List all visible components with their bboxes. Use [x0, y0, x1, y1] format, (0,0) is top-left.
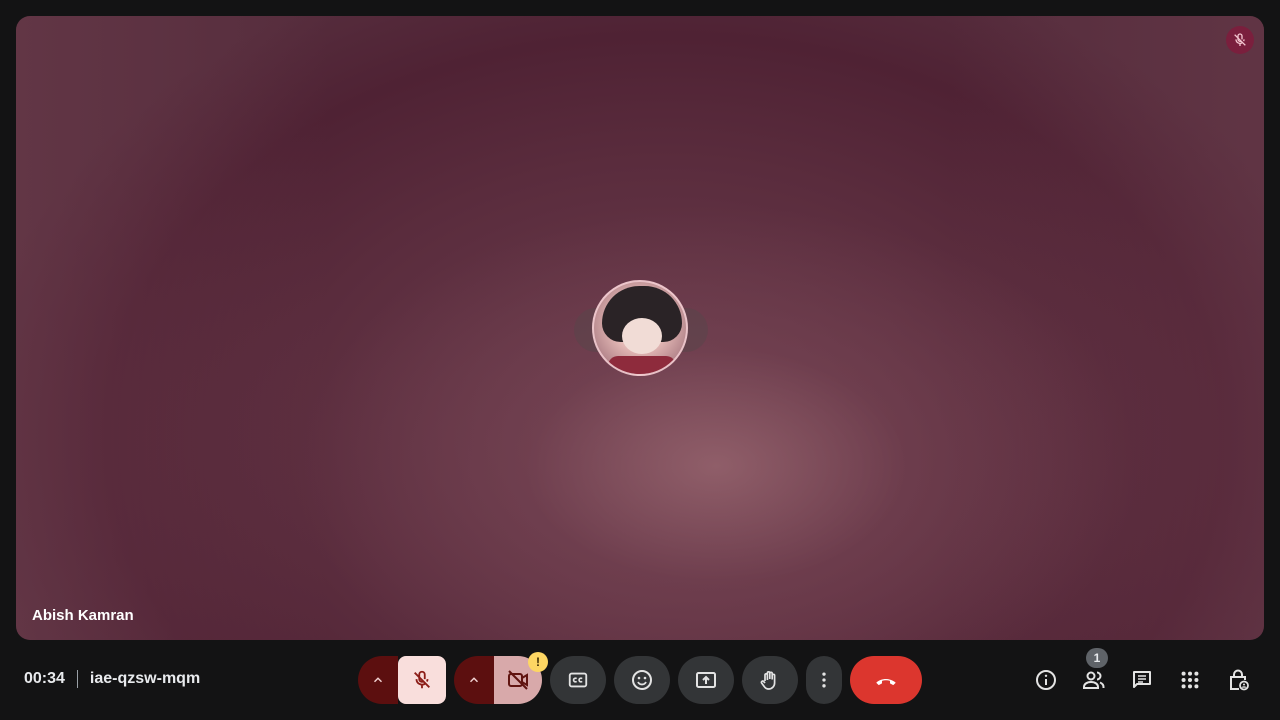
- reactions-button[interactable]: [614, 656, 670, 704]
- call-controls: !: [358, 652, 922, 704]
- participant-tile: Abish Kamran: [16, 16, 1264, 640]
- more-vert-icon: [822, 672, 826, 688]
- camera-control-group: !: [454, 652, 548, 704]
- audio-options-button[interactable]: [358, 656, 398, 704]
- chevron-up-icon: [373, 677, 383, 683]
- tile-muted-indicator: [1226, 26, 1254, 54]
- lock-person-icon: [1230, 669, 1249, 691]
- video-options-button[interactable]: [454, 656, 494, 704]
- people-count-badge: 1: [1086, 648, 1108, 668]
- camera-toggle-button[interactable]: !: [494, 652, 548, 704]
- host-controls-button[interactable]: [1214, 656, 1262, 704]
- divider: [76, 670, 78, 688]
- side-panel-buttons: 1: [1022, 648, 1262, 704]
- mic-control-group: [358, 656, 446, 704]
- mic-off-icon: [414, 670, 430, 689]
- chat-icon: [1133, 671, 1151, 688]
- videocam-off-icon: [508, 670, 528, 690]
- closed-captions-icon: [568, 672, 588, 688]
- mic-off-icon: [1234, 33, 1246, 46]
- apps-grid-icon: [1181, 671, 1199, 689]
- captions-button[interactable]: [550, 656, 606, 704]
- hand-icon: [760, 671, 776, 690]
- people-button[interactable]: 1: [1070, 648, 1118, 704]
- participant-name: Abish Kamran: [32, 607, 134, 624]
- raise-hand-button[interactable]: [742, 656, 798, 704]
- avatar: [592, 280, 688, 376]
- present-button[interactable]: [678, 656, 734, 704]
- people-icon: [1083, 671, 1105, 689]
- chat-button[interactable]: [1118, 656, 1166, 704]
- emoji-icon: [632, 670, 652, 690]
- chevron-up-icon: [469, 677, 479, 683]
- activities-button[interactable]: [1166, 656, 1214, 704]
- more-options-button[interactable]: [806, 656, 842, 704]
- mic-toggle-button[interactable]: [398, 656, 446, 704]
- info-icon: [1036, 670, 1056, 690]
- avatar-container: [574, 280, 708, 378]
- meeting-details: 00:34 iae-qzsw-mqm: [24, 670, 200, 688]
- camera-warning-badge[interactable]: !: [528, 652, 548, 672]
- call-end-icon: [876, 679, 896, 686]
- bottom-toolbar: 00:34 iae-qzsw-mqm ! 1: [0, 640, 1280, 720]
- meeting-time: 00:34: [24, 670, 65, 687]
- leave-call-button[interactable]: [850, 656, 922, 704]
- meeting-details-button[interactable]: [1022, 656, 1070, 704]
- meeting-code: iae-qzsw-mqm: [89, 670, 201, 687]
- present-screen-icon: [696, 672, 716, 688]
